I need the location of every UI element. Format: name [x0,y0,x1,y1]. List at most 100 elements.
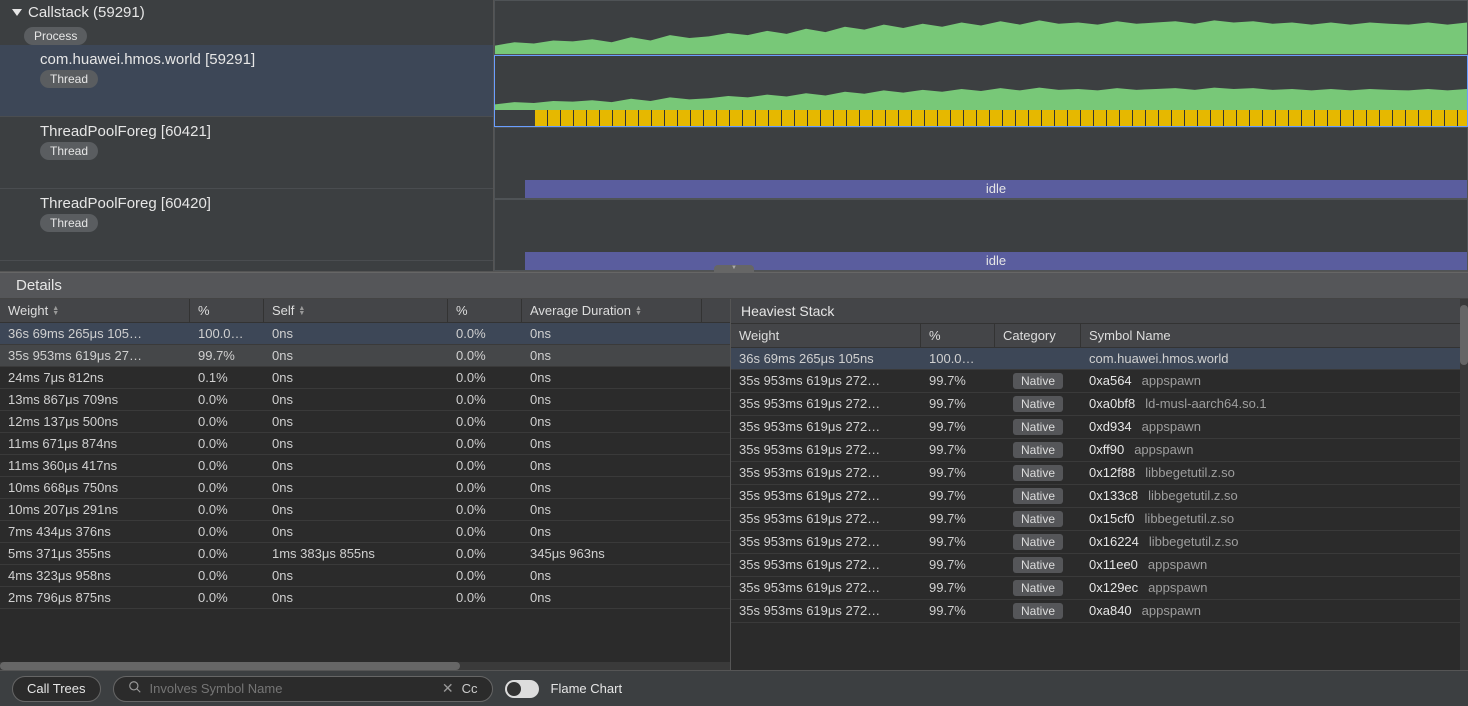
case-toggle[interactable]: Cc [462,681,478,696]
flame-chart-toggle[interactable] [505,680,539,698]
cell-weight: 11ms 671μs 874ns [0,436,190,451]
table-row[interactable]: 5ms 371μs 355ns0.0%1ms 383μs 855ns0.0%34… [0,543,730,565]
weight-table-body[interactable]: 36s 69ms 265μs 105…100.0…0ns0.0%0ns35s 9… [0,323,730,662]
horizontal-scrollbar[interactable] [0,662,730,670]
col-hs-category[interactable]: Category [995,324,1081,347]
disclosure-triangle-icon[interactable] [12,9,22,16]
table-row[interactable]: 36s 69ms 265μs 105ns100.0…com.huawei.hmo… [731,348,1468,370]
symbol-name: appspawn [1134,442,1193,457]
cell-hs-symbol: 0xff90appspawn [1081,442,1468,458]
table-row[interactable]: 35s 953ms 619μs 272…99.7%Native0xa840app… [731,600,1468,623]
symbol-name: libbegetutil.z.so [1145,465,1235,480]
scrollbar-thumb[interactable] [0,662,460,670]
cell-weight-pct: 0.0% [190,458,264,473]
cell-self: 0ns [264,524,448,539]
timeline-thread-row[interactable]: idle [494,199,1468,271]
cell-weight: 7ms 434μs 376ns [0,524,190,539]
cell-hs-pct: 100.0… [921,351,995,366]
table-row[interactable]: 2ms 796μs 875ns0.0%0ns0.0%0ns [0,587,730,609]
col-weight[interactable]: Weight▲▼ [0,299,190,322]
cell-weight: 10ms 668μs 750ns [0,480,190,495]
vertical-scrollbar[interactable] [1460,299,1468,670]
table-row[interactable]: 4ms 323μs 958ns0.0%0ns0.0%0ns [0,565,730,587]
col-self-pct[interactable]: % [448,299,522,322]
cell-self-pct: 0.0% [448,524,522,539]
table-row[interactable]: 35s 953ms 619μs 272…99.7%Native0x133c8li… [731,485,1468,508]
table-row[interactable]: 35s 953ms 619μs 272…99.7%Native0x16224li… [731,531,1468,554]
table-row[interactable]: 36s 69ms 265μs 105…100.0…0ns0.0%0ns [0,323,730,345]
table-row[interactable]: 35s 953ms 619μs 272…99.7%Native0xa564app… [731,370,1468,393]
cell-hs-pct: 99.7% [921,396,995,412]
table-row[interactable]: 35s 953ms 619μs 272…99.7%Native0xd934app… [731,416,1468,439]
cell-hs-weight: 35s 953ms 619μs 272… [731,603,921,619]
table-row[interactable]: 10ms 207μs 291ns0.0%0ns0.0%0ns [0,499,730,521]
thread-row[interactable]: com.huawei.hmos.world [59291]Thread [0,45,493,117]
symbol-name: libbegetutil.z.so [1149,534,1239,549]
cell-weight: 10ms 207μs 291ns [0,502,190,517]
table-row[interactable]: 35s 953ms 619μs 272…99.7%Native0xa0bf8ld… [731,393,1468,416]
cell-self: 0ns [264,370,448,385]
cell-hs-category: Native [995,396,1081,412]
col-hs-symbol[interactable]: Symbol Name [1081,324,1468,347]
table-row[interactable]: 35s 953ms 619μs 272…99.7%Native0x15cf0li… [731,508,1468,531]
col-avg-duration[interactable]: Average Duration▲▼ [522,299,702,322]
table-row[interactable]: 13ms 867μs 709ns0.0%0ns0.0%0ns [0,389,730,411]
thread-row[interactable]: ThreadPoolForeg [60420]Thread [0,189,493,261]
symbol-name: appspawn [1142,603,1201,618]
cell-weight: 36s 69ms 265μs 105… [0,326,190,341]
heaviest-stack-pane: Heaviest Stack Weight % Category Symbol … [730,299,1468,670]
table-row[interactable]: 7ms 434μs 376ns0.0%0ns0.0%0ns [0,521,730,543]
cell-weight-pct: 100.0… [190,326,264,341]
thread-title: ThreadPoolForeg [60421] [40,123,481,140]
timeline-row-overview[interactable] [494,0,1468,55]
cell-hs-category [995,351,1081,366]
category-badge: Native [1013,580,1063,596]
table-row[interactable]: 10ms 668μs 750ns0.0%0ns0.0%0ns [0,477,730,499]
cell-hs-category: Native [995,488,1081,504]
cell-self-pct: 0.0% [448,326,522,341]
cell-avg-duration: 0ns [522,414,702,429]
timeline-area[interactable]: idleidle [494,0,1468,271]
table-row[interactable]: 35s 953ms 619μs 272…99.7%Native0x11ee0ap… [731,554,1468,577]
table-row[interactable]: 11ms 671μs 874ns0.0%0ns0.0%0ns [0,433,730,455]
col-hs-pct[interactable]: % [921,324,995,347]
sort-icon: ▲▼ [52,306,59,316]
table-row[interactable]: 35s 953ms 619μs 272…99.7%Native0x12f88li… [731,462,1468,485]
symbol-hex: 0xa840 [1089,603,1132,618]
table-row[interactable]: 12ms 137μs 500ns0.0%0ns0.0%0ns [0,411,730,433]
heaviest-table-body[interactable]: 36s 69ms 265μs 105ns100.0…com.huawei.hmo… [731,348,1468,670]
category-badge: Native [1013,442,1063,458]
col-self[interactable]: Self▲▼ [264,299,448,322]
search-input[interactable] [150,681,434,696]
footer-toolbar: Call Trees ✕ Cc Flame Chart [0,670,1468,706]
mode-selector[interactable]: Call Trees [12,676,101,702]
collapse-handle-icon[interactable] [714,265,754,273]
cell-avg-duration: 0ns [522,392,702,407]
search-field[interactable]: ✕ Cc [113,676,493,702]
cell-hs-weight: 35s 953ms 619μs 272… [731,373,921,389]
timeline-thread-row[interactable]: idle [494,127,1468,199]
table-row[interactable]: 35s 953ms 619μs 272…99.7%Native0xff90app… [731,439,1468,462]
thread-row[interactable]: ThreadPoolForeg [60421]Thread [0,117,493,189]
table-row[interactable]: 11ms 360μs 417ns0.0%0ns0.0%0ns [0,455,730,477]
cell-hs-category: Native [995,465,1081,481]
cell-hs-symbol: 0x16224 libbegetutil.z.so [1081,534,1468,550]
cell-hs-pct: 99.7% [921,557,995,573]
cell-hs-symbol: 0x12f88libbegetutil.z.so [1081,465,1468,481]
table-row[interactable]: 24ms 7μs 812ns0.1%0ns0.0%0ns [0,367,730,389]
cell-self-pct: 0.0% [448,414,522,429]
scrollbar-thumb[interactable] [1460,305,1468,365]
table-row[interactable]: 35s 953ms 619μs 27…99.7%0ns0.0%0ns [0,345,730,367]
callstack-header[interactable]: Callstack (59291) [0,0,493,25]
symbol-hex: 0xa564 [1089,373,1132,388]
col-hs-weight[interactable]: Weight [731,324,921,347]
cell-avg-duration: 0ns [522,480,702,495]
symbol-hex: 0x16224 [1089,534,1139,549]
timeline-thread-row[interactable] [494,55,1468,127]
clear-icon[interactable]: ✕ [442,680,454,697]
table-row[interactable]: 35s 953ms 619μs 272…99.7%Native0x129ecap… [731,577,1468,600]
cell-avg-duration: 0ns [522,502,702,517]
symbol-name: appspawn [1142,419,1201,434]
cell-self: 0ns [264,392,448,407]
col-weight-pct[interactable]: % [190,299,264,322]
